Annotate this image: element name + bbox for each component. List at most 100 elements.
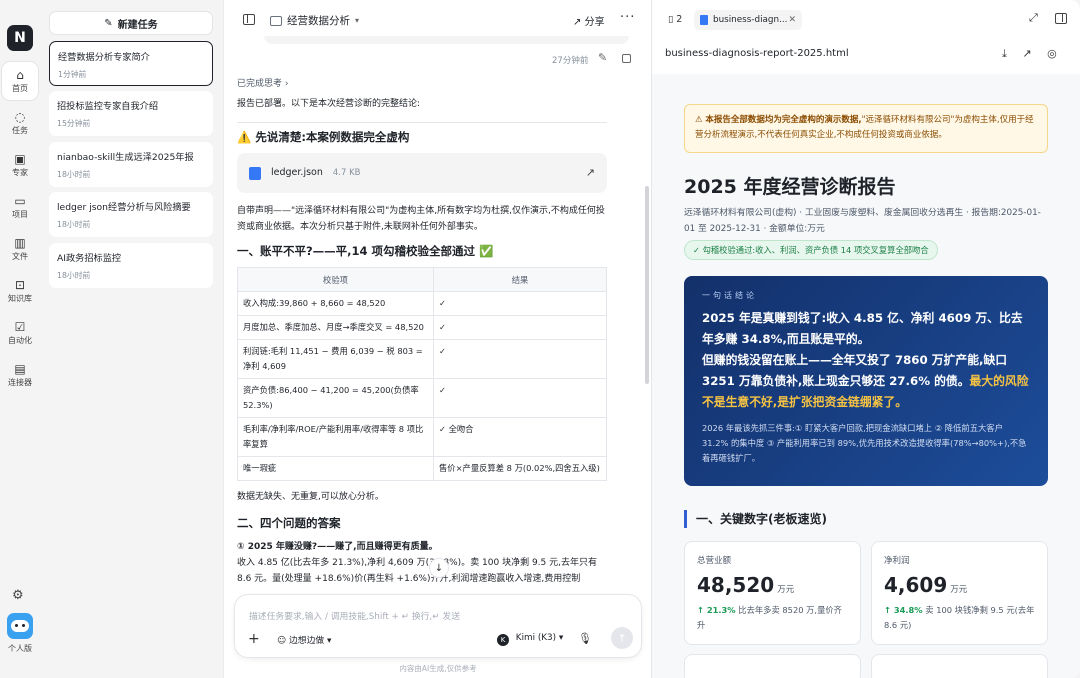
kpi-value: 48,520	[697, 573, 775, 597]
rail-item-experts[interactable]: ▣ 专家	[2, 146, 38, 184]
user-message-bubble	[264, 36, 629, 44]
chevron-right-icon: ›	[284, 79, 289, 89]
knowledge-icon: ⊡	[14, 278, 26, 292]
rail-item-tasks[interactable]: ◌ 任务	[2, 104, 38, 142]
kpi-value: 4,609	[884, 573, 948, 597]
task-item[interactable]: 经营数据分析专家简介 1分钟前	[49, 41, 213, 86]
file-attachment[interactable]: ledger.json 4.7 KB ↗	[237, 153, 607, 193]
warning-bold: 本报告全部数据均为完全虚构的演示数据,	[705, 115, 862, 125]
kpi-unit: 万元	[777, 585, 795, 595]
message-meta: 27分钟前 ✎	[224, 48, 652, 72]
thought-toggle[interactable]: 已完成思考 ›	[237, 76, 289, 89]
rail-item-projects[interactable]: ▭ 项目	[2, 188, 38, 226]
share-icon: ↗	[573, 17, 582, 28]
kpi-card-partial	[871, 654, 1048, 678]
chat-scrollbar[interactable]	[645, 186, 649, 384]
share-label: 分享	[584, 17, 605, 28]
audit-note: 数据无缺失、无重复,可以放心分析。	[237, 492, 384, 502]
rail-item-knowledge[interactable]: ⊡ 知识库	[2, 272, 38, 310]
warning-icon: ⚠	[695, 115, 706, 125]
chat-header: 经营数据分析 ▾ ↗ 分享 ···	[224, 0, 652, 40]
task-time: 18小时前	[57, 220, 91, 229]
rail-label: 首页	[12, 84, 28, 93]
chat-panel: 经营数据分析 ▾ ↗ 分享 ··· 27分钟前 ✎ 已完成思考 › 报告已部署。…	[223, 0, 651, 678]
settings-icon[interactable]: ⚙	[12, 588, 24, 603]
chevron-down-icon: ▾	[326, 636, 332, 646]
nav-rail: N ⌂ 首页 ◌ 任务 ▣ 专家 ▭ 项目 ▥ 文件 ⊡ 知识库 ☑ 自动化 ▤…	[0, 0, 40, 678]
send-button[interactable]: ↑	[611, 627, 633, 649]
table-cell: 售价×产量反算差 8 万(0.02%,四舍五入级)	[433, 456, 607, 481]
rail-label: 任务	[12, 126, 28, 135]
task-item[interactable]: ledger json经营分析与风险摘要 18小时前	[49, 192, 213, 237]
mode-selector[interactable]: ☺ 边想边做 ▾	[277, 633, 331, 646]
kimi-logo-icon: K	[497, 634, 509, 646]
task-title: ledger json经营分析与风险摘要	[57, 202, 191, 213]
edit-icon[interactable]: ✎	[598, 51, 607, 64]
report-title: 2025 年度经营诊断报告	[684, 176, 896, 198]
share-button[interactable]: ↗ 分享	[573, 13, 605, 28]
model-selector[interactable]: K Kimi (K3) ▾	[497, 633, 563, 646]
chat-title-dropdown[interactable]: 经营数据分析 ▾	[270, 13, 359, 28]
conclusion-main: 2025 年是真赚到钱了:收入 4.85 亿、净利 4609 万、比去年多赚 3…	[702, 308, 1030, 413]
task-item[interactable]: nianbao-skill生成远泽2025年报 18小时前	[49, 142, 213, 187]
robot-icon: ▣	[14, 152, 26, 166]
expand-icon[interactable]: ⤢	[1029, 11, 1038, 25]
rail-item-automation[interactable]: ☑ 自动化	[2, 314, 38, 352]
kpi-delta: ↑ 21.3%	[697, 605, 736, 615]
html-file-icon	[700, 15, 708, 25]
open-external-icon[interactable]: ↗	[586, 165, 595, 181]
fiction-warning-banner: ⚠ 本报告全部数据均为完全虚构的演示数据,"远泽循环材料有限公司"为虚构主体,仅…	[684, 104, 1048, 153]
table-row: 月度加总、季度加总、月度→季度交叉 = 48,520 ✓	[237, 315, 607, 340]
report-viewport: ⚠ 本报告全部数据均为完全虚构的演示数据,"远泽循环材料有限公司"为虚构主体,仅…	[652, 74, 1080, 678]
table-row: 利润链:毛利 11,451 − 费用 6,039 − 税 803 = 净利 4,…	[237, 339, 607, 379]
status-badge: ✓ 勾稽校验通过:收入、利润、资产负债 14 项交叉复算全部吻合	[684, 240, 938, 260]
preview-actions: ⤓ ↗ ◎	[1002, 47, 1069, 61]
preview-tabbar: ▯ 2 business-diagn... ✕ ⤢	[652, 0, 1080, 40]
audit-table: 校验项 结果 收入构成:39,860 + 8,660 = 48,520 ✓ 月度加…	[237, 267, 607, 481]
microphone-icon[interactable]: 🎙	[578, 632, 592, 645]
table-cell: ✓ 全吻合	[433, 417, 607, 457]
rail-label: 文件	[12, 252, 28, 261]
audit-heading: 一、账平不平?——平,14 项勾稽校验全部通过 ✅	[237, 244, 494, 258]
avatar[interactable]	[7, 613, 33, 639]
file-name: ledger.json	[271, 167, 323, 178]
code-file-icon	[249, 166, 261, 180]
scroll-down-icon[interactable]: ↓	[429, 558, 449, 578]
sidebar-toggle-icon[interactable]	[243, 14, 255, 25]
files-icon: ▥	[14, 236, 26, 250]
add-attachment-icon[interactable]: +	[248, 631, 260, 647]
panel-toggle-icon[interactable]	[1055, 13, 1067, 24]
task-item[interactable]: 招投标监控专家自我介绍 15分钟前	[49, 91, 213, 136]
message-time: 27分钟前	[552, 56, 589, 66]
copy-icon[interactable]	[622, 54, 631, 63]
rail-item-home[interactable]: ⌂ 首页	[2, 62, 38, 100]
table-row: 唯一瑕疵 售价×产量反算差 8 万(0.02%,四舍五入级)	[237, 456, 607, 481]
table-cell: 收入构成:39,860 + 8,660 = 48,520	[237, 291, 434, 316]
close-icon[interactable]: ✕	[788, 15, 796, 25]
app-logo[interactable]: N	[7, 25, 33, 51]
chat-title: 经营数据分析	[287, 15, 350, 27]
download-icon[interactable]: ⤓	[1002, 47, 1007, 60]
divider	[237, 122, 607, 123]
new-task-button[interactable]: ✎ 新建任务	[49, 11, 213, 35]
share-icon[interactable]: ↗	[1022, 47, 1031, 60]
more-icon[interactable]: ···	[620, 10, 635, 25]
avatar-face-icon	[11, 620, 29, 632]
task-title: 招投标监控专家自我介绍	[57, 101, 159, 112]
task-title: AI政务招标监控	[57, 253, 122, 264]
column-header: 结果	[433, 267, 607, 292]
preview-tab[interactable]: business-diagn... ✕	[694, 10, 802, 30]
composer-input[interactable]: 描述任务要求,输入 / 调用技能,Shift + ↵ 换行,↵ 发送	[249, 609, 460, 622]
task-title: 经营数据分析专家简介	[58, 52, 150, 63]
globe-icon[interactable]: ◎	[1047, 47, 1057, 60]
ai-disclaimer-footnote: 内容由AI生成,仅供参考	[399, 664, 477, 673]
rail-item-files[interactable]: ▥ 文件	[2, 230, 38, 268]
chevron-down-icon: ▾	[355, 16, 360, 25]
intro-text: 报告已部署。以下是本次经营诊断的完整结论:	[237, 99, 421, 109]
open-files-count[interactable]: ▯ 2	[668, 14, 682, 25]
automation-icon: ☑	[14, 320, 26, 334]
rail-item-connectors[interactable]: ▤ 连接器	[2, 356, 38, 394]
task-item[interactable]: AI政务招标监控 18小时前	[49, 243, 213, 288]
conclusion-line-2: 但赚的钱没留在账上——全年又投了 7860 万扩产能,缺口 3251 万靠负债补…	[702, 353, 1008, 388]
report-subtitle: 远泽循环材料有限公司(虚构) · 工业固废与废塑料、废金属回收分选再生 · 报告…	[684, 208, 1041, 234]
